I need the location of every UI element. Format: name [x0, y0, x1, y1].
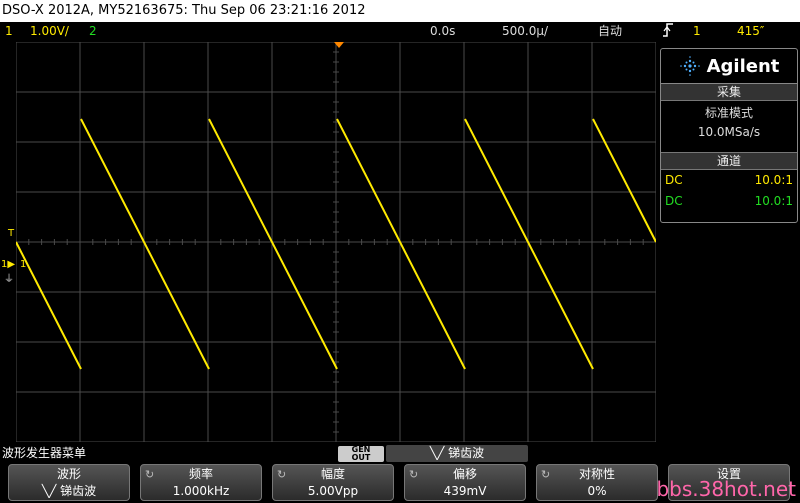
waveform-display[interactable] [16, 42, 656, 442]
softkey-symmetry-value: 0% [587, 484, 607, 498]
gen-out-bottom: OUT [351, 453, 371, 462]
trigger-level-marker[interactable]: T [8, 228, 14, 239]
menu-title: 波形发生器菜单 [2, 446, 87, 460]
ch1-ground-label: 1 [1, 259, 8, 270]
softkey-offset-value: 439mV [443, 484, 487, 498]
acquire-title: 采集 [661, 84, 797, 101]
knob-icon: ↻ [277, 468, 287, 481]
ch1-ground-marker[interactable]: 1▶ [1, 259, 15, 270]
softkey-symmetry[interactable]: ↻ 对称性 0% [536, 464, 658, 501]
softkey-amplitude-label: 幅度 [320, 467, 345, 481]
acquire-mode: 标准模式 [704, 106, 753, 120]
ch2-number[interactable]: 2 [89, 22, 97, 41]
channel-row-2: DC 10.0:1 [661, 191, 797, 222]
waveform-type-label: ╲╱ 锑齿波 [386, 445, 528, 462]
ch2-probe: 10.0:1 [754, 194, 793, 208]
trigger-level[interactable]: 415″ [737, 22, 764, 41]
timebase-value[interactable]: 500.0µ/ [502, 22, 548, 41]
ramp-wave-icon: ╲╱ [429, 446, 445, 460]
status-bar: 1 1.00V/ 2 0.0s 500.0µ/ 自动 1 415″ [0, 22, 800, 41]
ch1-number[interactable]: 1 [5, 22, 13, 41]
softkey-waveform-label: 波形 [56, 467, 81, 481]
ch1-scale[interactable]: 1.00V/ [30, 22, 69, 41]
ch1-probe: 10.0:1 [754, 173, 793, 187]
acquire-rate: 10.0MSa/s [697, 125, 761, 139]
waveform-type-text: 锑齿波 [448, 446, 485, 460]
trigger-position-marker[interactable] [334, 42, 344, 48]
gen-out-badge: GEN OUT [338, 446, 384, 462]
knob-icon: ↻ [409, 468, 419, 481]
delay-value[interactable]: 0.0s [430, 22, 455, 41]
trigger-mode[interactable]: 自动 [598, 22, 622, 41]
title-bar: DSO-X 2012A, MY52163675: Thu Sep 06 23:2… [0, 0, 800, 22]
softkey-amplitude-value: 5.00Vpp [307, 484, 359, 498]
knob-icon: ↻ [145, 468, 155, 481]
agilent-spark-icon [679, 56, 700, 76]
softkey-symmetry-label: 对称性 [578, 467, 615, 481]
trigger-edge-icon [662, 22, 674, 44]
softkey-frequency[interactable]: ↻ 频率 1.000kHz [140, 464, 262, 501]
brand-logo: Agilent [661, 49, 797, 84]
ground-icon: ⏚ [4, 274, 14, 285]
title-text: DSO-X 2012A, MY52163675: Thu Sep 06 23:2… [2, 3, 366, 18]
ramp-wave-icon: ╲╱ [41, 484, 61, 498]
side-panel: Agilent 采集 标准模式 10.0MSa/s 通道 DC 10.0:1 D… [660, 48, 798, 223]
softkey-waveform-value: 锑齿波 [60, 484, 97, 498]
channel-row-1: DC 10.0:1 [661, 170, 797, 191]
trigger-source[interactable]: 1 [693, 22, 701, 41]
channels-title: 通道 [661, 152, 797, 170]
softkey-offset-label: 偏移 [452, 467, 477, 481]
softkey-amplitude[interactable]: ↻ 幅度 5.00Vpp [272, 464, 394, 501]
watermark: bbs.38hot.net [656, 477, 796, 501]
softkey-frequency-value: 1.000kHz [172, 484, 230, 498]
knob-icon: ↻ [541, 468, 551, 481]
brand-name: Agilent [706, 55, 780, 77]
ch1-coupling: DC [665, 173, 683, 187]
softkey-frequency-label: 频率 [188, 467, 213, 481]
softkey-offset[interactable]: ↻ 偏移 439mV [404, 464, 526, 501]
ch1-source-mark: 1 [20, 259, 27, 270]
ch2-coupling: DC [665, 194, 683, 208]
softkey-waveform[interactable]: 波形 ╲╱ 锑齿波 [8, 464, 130, 501]
